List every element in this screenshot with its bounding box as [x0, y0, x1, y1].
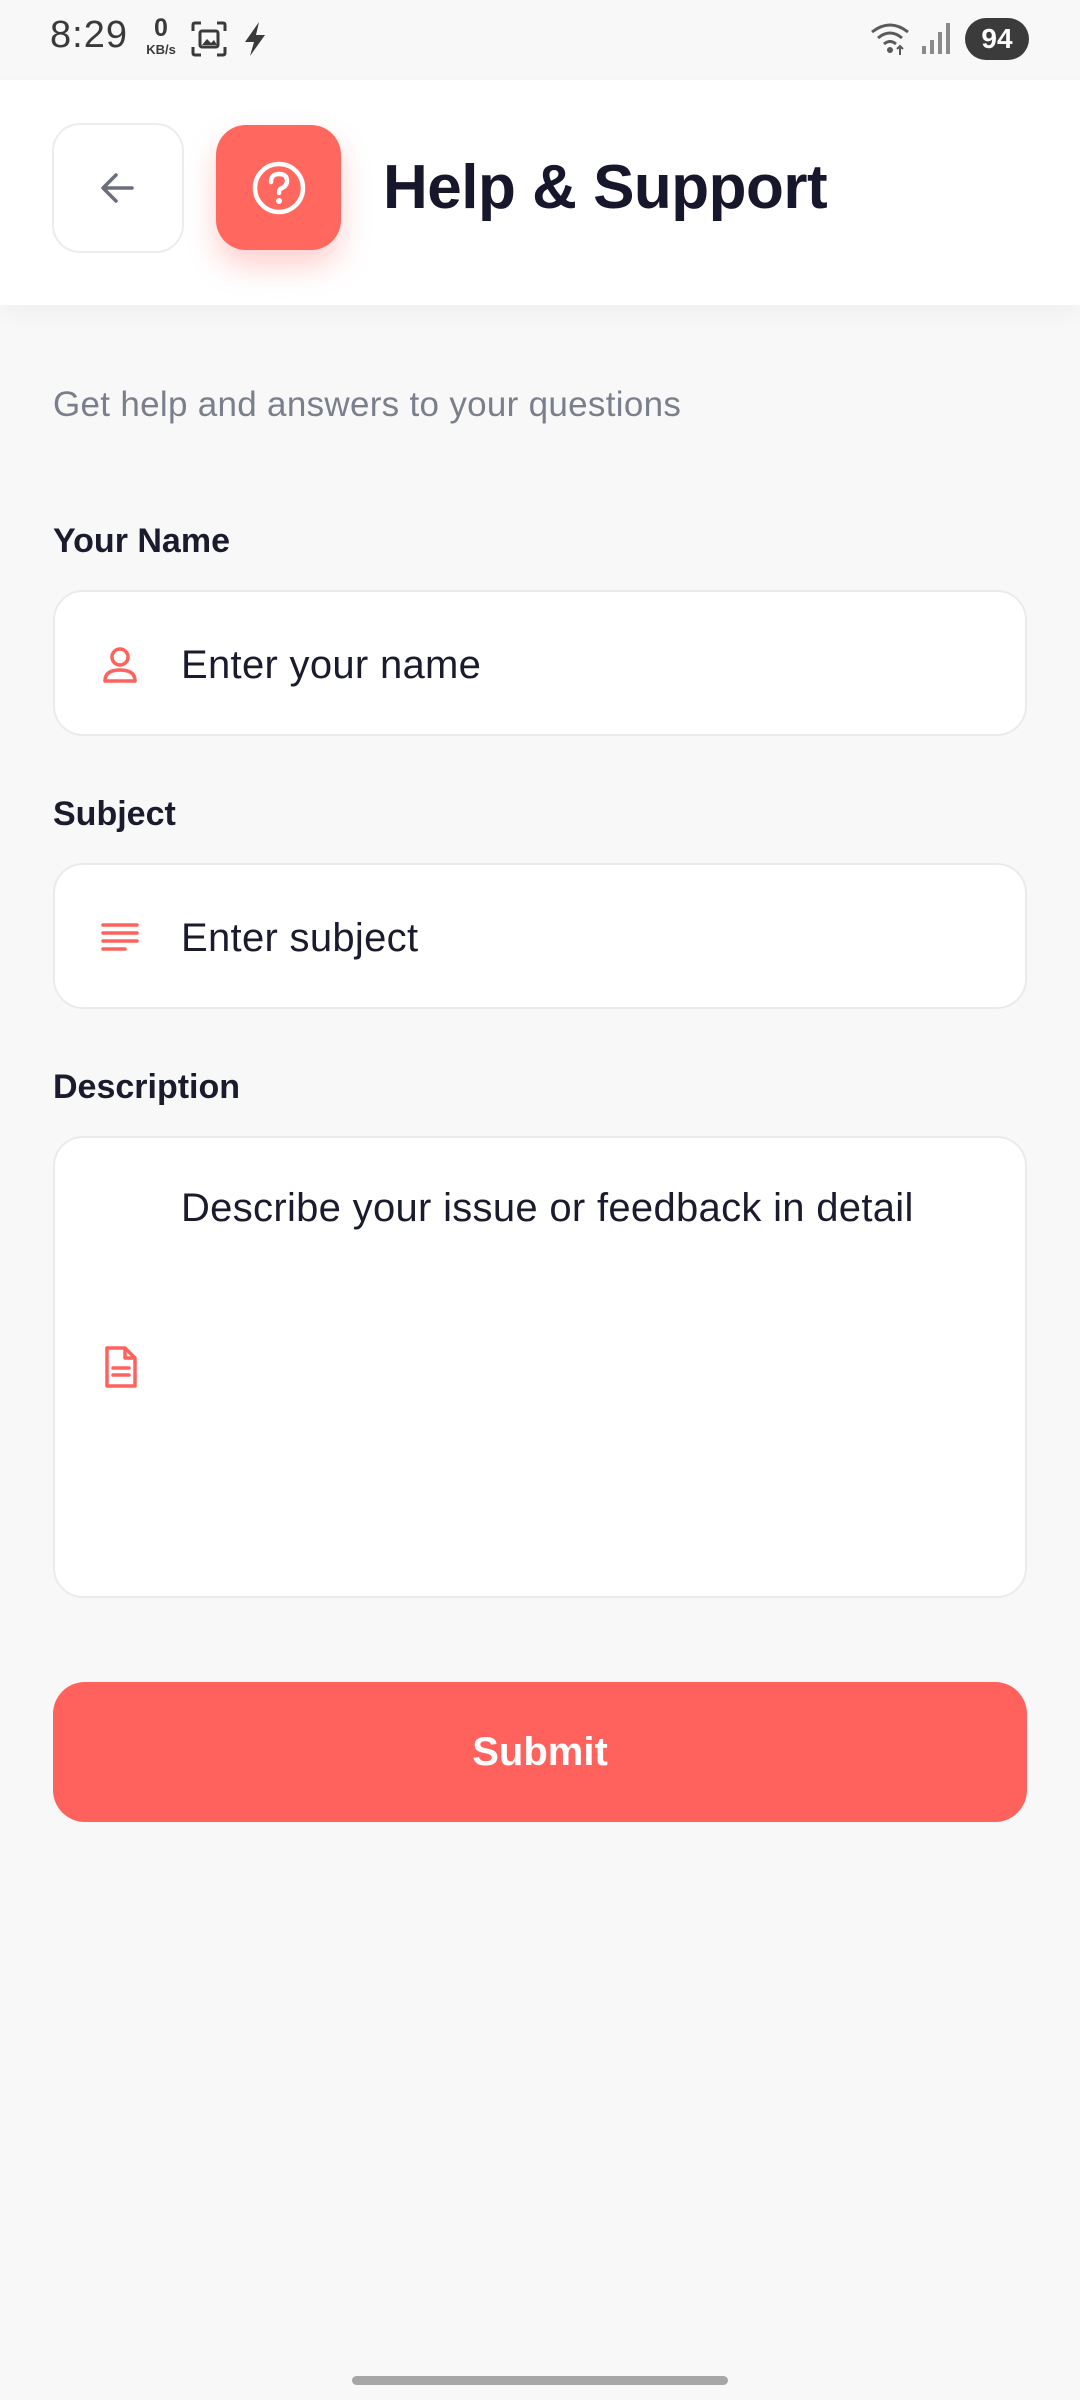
name-input[interactable]: [181, 640, 995, 690]
network-speed-unit: KB/s: [146, 42, 176, 57]
home-indicator[interactable]: [352, 2376, 728, 2385]
page-subtitle: Get help and answers to your questions: [53, 385, 682, 424]
subject-input[interactable]: [181, 913, 995, 963]
lines-icon: [101, 923, 139, 951]
submit-button[interactable]: Submit: [53, 1682, 1027, 1822]
description-field[interactable]: [53, 1136, 1027, 1598]
arrow-left-icon: [101, 173, 134, 203]
screenshot-icon: [191, 21, 227, 57]
name-field[interactable]: [53, 590, 1027, 736]
help-circle-icon: [252, 161, 305, 214]
help-badge: [216, 125, 341, 250]
document-icon: [105, 1346, 137, 1388]
wifi-icon: [871, 23, 909, 55]
user-icon: [103, 647, 137, 683]
status-bar: 8:29 0 KB/s 94: [0, 0, 1080, 80]
flash-icon: [245, 22, 265, 56]
app-header: Help & Support: [0, 80, 1080, 305]
subject-label: Subject: [53, 795, 176, 833]
signal-icon: [922, 23, 950, 54]
description-label: Description: [53, 1068, 241, 1106]
page-title: Help & Support: [383, 153, 828, 222]
network-speed: 0 KB/s: [138, 14, 184, 57]
name-label: Your Name: [53, 522, 230, 560]
subject-field[interactable]: [53, 863, 1027, 1009]
battery-indicator: 94: [965, 18, 1029, 60]
back-button[interactable]: [52, 123, 184, 253]
network-speed-value: 0: [154, 14, 168, 42]
status-time: 8:29: [50, 14, 128, 56]
description-input[interactable]: [181, 1182, 995, 1562]
